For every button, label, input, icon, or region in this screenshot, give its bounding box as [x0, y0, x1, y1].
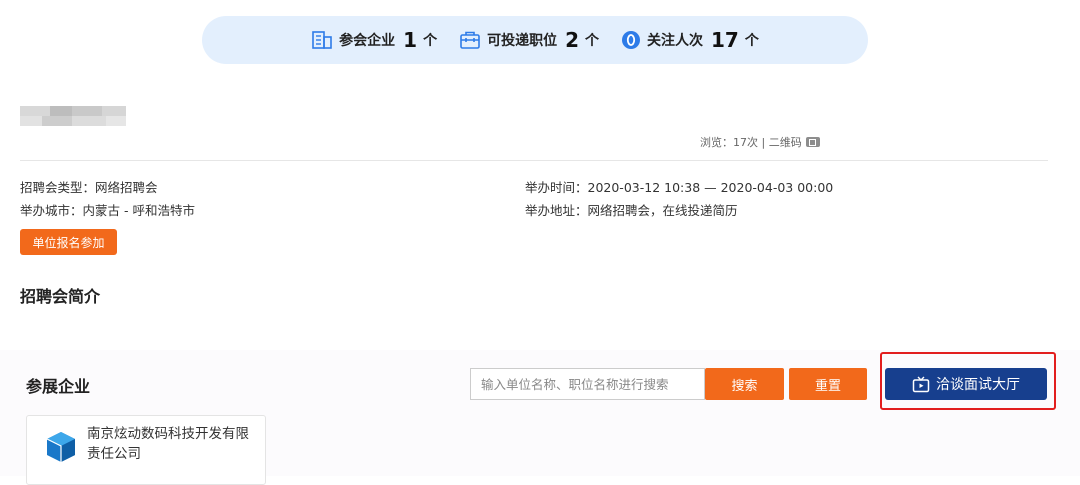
stat-followers: 关注人次 17 个 [621, 28, 759, 52]
company-signup-button[interactable]: 单位报名参加 [20, 229, 117, 255]
stat-followers-label: 关注人次 [647, 33, 703, 49]
fair-city: 举办城市：内蒙古 - 呼和浩特市 [20, 203, 195, 218]
company-name[interactable]: 南京炫动数码科技开发有限责任公司 [87, 424, 257, 464]
stat-positions-label: 可投递职位 [487, 33, 558, 49]
briefcase-icon [460, 31, 480, 49]
building-icon [312, 31, 332, 49]
search-button[interactable]: 搜索 [705, 368, 784, 400]
interview-hall-button[interactable]: 洽谈面试大厅 [885, 368, 1047, 400]
stat-positions: 可投递职位 2 个 [459, 28, 599, 52]
divider [20, 160, 1048, 161]
stat-companies-count: 1 [403, 28, 418, 52]
search-input[interactable] [470, 368, 705, 400]
stat-companies-label: 参会企业 [339, 33, 396, 49]
fair-type: 招聘会类型：网络招聘会 [20, 180, 158, 195]
company-logo-icon [46, 432, 75, 462]
fair-stats-bar: 参会企业 1 个 可投递职位 2 个 关注人次 17 个 [202, 16, 868, 64]
tv-icon [912, 376, 930, 392]
stat-followers-count: 17 [711, 28, 739, 52]
exhibitors-heading: 参展企业 [26, 377, 91, 396]
stat-companies-unit: 个 [423, 33, 438, 49]
views-text: 浏览：17次 | 二维码 [700, 136, 802, 149]
stat-companies: 参会企业 1 个 [311, 28, 437, 52]
fair-address: 举办地址：网络招聘会，在线投递简历 [525, 203, 738, 218]
fair-time: 举办时间：2020-03-12 10:38 — 2020-04-03 00:00 [525, 180, 834, 195]
interview-hall-label: 洽谈面试大厅 [936, 377, 1020, 393]
redacted-fair-title [20, 104, 126, 128]
qr-code-icon[interactable] [805, 137, 820, 147]
views-qr-row: 浏览：17次 | 二维码 [700, 134, 820, 150]
reset-button[interactable]: 重置 [789, 368, 867, 400]
company-card[interactable]: 南京炫动数码科技开发有限责任公司 [26, 415, 266, 485]
eye-icon [622, 31, 640, 49]
fair-intro-heading: 招聘会简介 [20, 287, 101, 306]
stat-followers-unit: 个 [744, 33, 759, 49]
stat-positions-unit: 个 [585, 33, 599, 49]
stat-positions-count: 2 [565, 28, 579, 52]
